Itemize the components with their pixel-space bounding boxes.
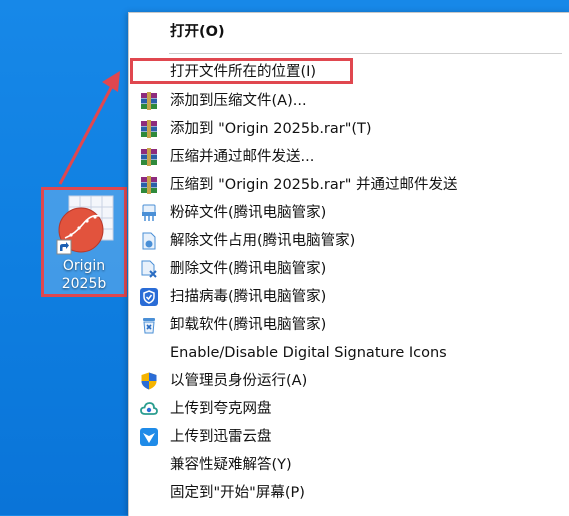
quark-cloud-icon — [140, 402, 158, 415]
menu-item-label: 以管理员身份运行(A) — [170, 373, 308, 389]
menu-item-pin-to-start[interactable]: 固定到"开始"屏幕(P) — [129, 479, 569, 507]
menu-item-label: 添加到压缩文件(A)... — [170, 93, 307, 109]
menu-item-label: 打开(O) — [170, 24, 225, 40]
menu-item-label: 压缩到 "Origin 2025b.rar" 并通过邮件发送 — [170, 177, 458, 193]
menu-item-compress-and-email[interactable]: 压缩并通过邮件发送... — [129, 143, 569, 171]
menu-item-add-to-archive[interactable]: 添加到压缩文件(A)... — [129, 87, 569, 115]
unlock-file-icon — [142, 232, 156, 250]
menu-item-label: 兼容性疑难解答(Y) — [170, 457, 292, 473]
shield-scan-icon — [140, 288, 158, 306]
menu-item-open-file-location[interactable]: 打开文件所在的位置(I) — [129, 58, 569, 86]
menu-item-delete-file[interactable]: 删除文件(腾讯电脑管家) — [129, 255, 569, 283]
menu-item-run-as-admin[interactable]: 以管理员身份运行(A) — [129, 367, 569, 395]
winrar-icon — [141, 148, 157, 166]
menu-item-label: 解除文件占用(腾讯电脑管家) — [170, 233, 356, 249]
menu-item-digital-signature-icons[interactable]: Enable/Disable Digital Signature Icons — [129, 339, 569, 367]
uac-shield-icon — [141, 372, 157, 390]
menu-item-upload-xunlei[interactable]: 上传到迅雷云盘 — [129, 423, 569, 451]
winrar-icon — [141, 120, 157, 138]
shortcut-label-line1: Origin — [62, 258, 106, 274]
menu-item-label: 上传到迅雷云盘 — [170, 429, 272, 445]
menu-item-label: 粉碎文件(腾讯电脑管家) — [170, 205, 327, 221]
menu-item-uninstall-software[interactable]: 卸载软件(腾讯电脑管家) — [129, 311, 569, 339]
menu-item-label: 上传到夸克网盘 — [170, 401, 272, 417]
menu-item-upload-quark[interactable]: 上传到夸克网盘 — [129, 395, 569, 423]
context-menu: 打开(O) 打开文件所在的位置(I) 添加到压缩文件(A)... 添加到 "Or… — [128, 12, 569, 516]
menu-item-compress-rar-and-email[interactable]: 压缩到 "Origin 2025b.rar" 并通过邮件发送 — [129, 171, 569, 199]
menu-item-add-to-rar[interactable]: 添加到 "Origin 2025b.rar"(T) — [129, 115, 569, 143]
menu-item-label: 扫描病毒(腾讯电脑管家) — [170, 289, 327, 305]
menu-item-shred-file[interactable]: 粉碎文件(腾讯电脑管家) — [129, 199, 569, 227]
shred-icon — [142, 204, 156, 221]
shortcut-label-line2: 2025b — [61, 276, 107, 292]
menu-item-label: 卸载软件(腾讯电脑管家) — [170, 317, 327, 333]
menu-item-label: 删除文件(腾讯电脑管家) — [170, 261, 327, 277]
uninstall-icon — [143, 318, 155, 334]
menu-separator — [169, 53, 562, 54]
menu-item-label: 添加到 "Origin 2025b.rar"(T) — [170, 121, 372, 137]
menu-item-label: 打开文件所在的位置(I) — [170, 64, 317, 80]
winrar-icon — [141, 176, 157, 194]
menu-item-label: 固定到"开始"屏幕(P) — [170, 485, 305, 501]
desktop: Origin 2025b 打开(O) 打开文件所在的位置(I) 添加到压缩文件(… — [0, 0, 569, 516]
origin-shortcut[interactable]: Origin 2025b — [41, 187, 127, 297]
menu-item-open[interactable]: 打开(O) — [129, 18, 569, 46]
menu-item-label: Enable/Disable Digital Signature Icons — [170, 345, 447, 361]
menu-item-scan-virus[interactable]: 扫描病毒(腾讯电脑管家) — [129, 283, 569, 311]
menu-item-unlock-file[interactable]: 解除文件占用(腾讯电脑管家) — [129, 227, 569, 255]
winrar-icon — [141, 92, 157, 110]
origin-app-icon — [56, 195, 114, 255]
menu-item-label: 压缩并通过邮件发送... — [170, 149, 315, 165]
xunlei-cloud-icon — [140, 428, 158, 446]
delete-file-icon — [141, 260, 157, 278]
menu-item-compatibility-troubleshoot[interactable]: 兼容性疑难解答(Y) — [129, 451, 569, 479]
